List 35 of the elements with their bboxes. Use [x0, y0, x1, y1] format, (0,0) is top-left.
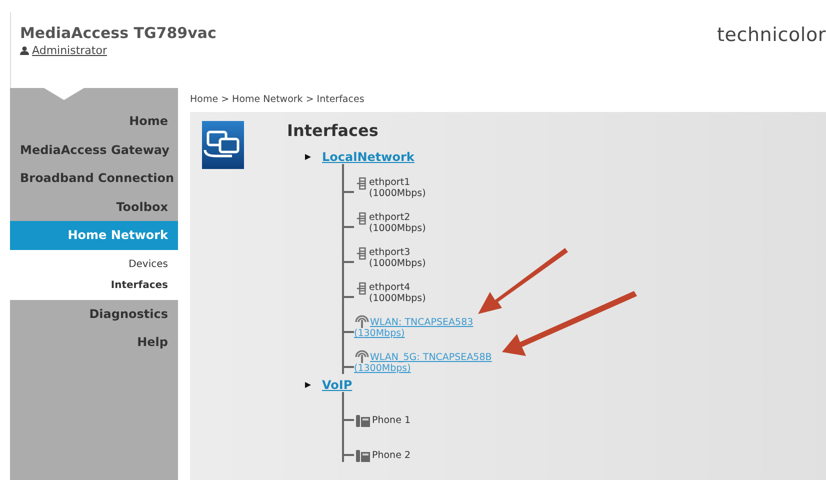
port-label: ethport3 (1000Mbps)	[369, 247, 426, 269]
port-label: ethport2 (1000Mbps)	[369, 212, 426, 234]
network-icon	[202, 121, 244, 169]
group-link[interactable]: VoIP	[322, 378, 352, 392]
expand-icon[interactable]	[305, 382, 311, 388]
device-title: MediaAccess TG789vac	[20, 24, 216, 42]
breadcrumb: Home > Home Network > Interfaces	[190, 93, 366, 107]
nav-item[interactable]: Toolbox	[10, 192, 178, 221]
page-title: Interfaces	[287, 121, 380, 140]
port-label: ethport1 (1000Mbps)	[369, 177, 426, 199]
user-link[interactable]: Administrator	[20, 44, 107, 57]
ethernet-icon	[356, 212, 367, 225]
phone-label: Phone 2	[372, 449, 410, 462]
antenna-icon	[354, 314, 370, 328]
notch-icon	[44, 88, 84, 100]
brand-logo: technicolor	[716, 23, 826, 46]
nav-item[interactable]: Help	[10, 328, 178, 356]
nav-item[interactable]: Broadband Connection	[10, 164, 178, 192]
ethernet-icon	[356, 177, 367, 190]
phone-icon	[356, 414, 370, 427]
phone-label: Phone 1	[372, 414, 410, 427]
phone-icon	[356, 449, 370, 462]
user-icon	[20, 46, 29, 55]
nav-item[interactable]: Home	[10, 107, 178, 136]
antenna-icon	[354, 349, 370, 363]
nav-subitem[interactable]: Interfaces	[10, 274, 178, 296]
expand-icon[interactable]	[305, 154, 311, 160]
nav-item[interactable]: Diagnostics	[10, 300, 178, 328]
nav-subitem[interactable]: Devices	[10, 254, 178, 274]
group-link[interactable]: LocalNetwork	[322, 150, 414, 164]
nav-item[interactable]: MediaAccess Gateway	[10, 136, 178, 164]
ethernet-icon	[356, 247, 367, 260]
port-label: ethport4 (1000Mbps)	[369, 282, 426, 304]
nav-item[interactable]: Home Network	[10, 221, 178, 250]
ethernet-icon	[356, 282, 367, 295]
